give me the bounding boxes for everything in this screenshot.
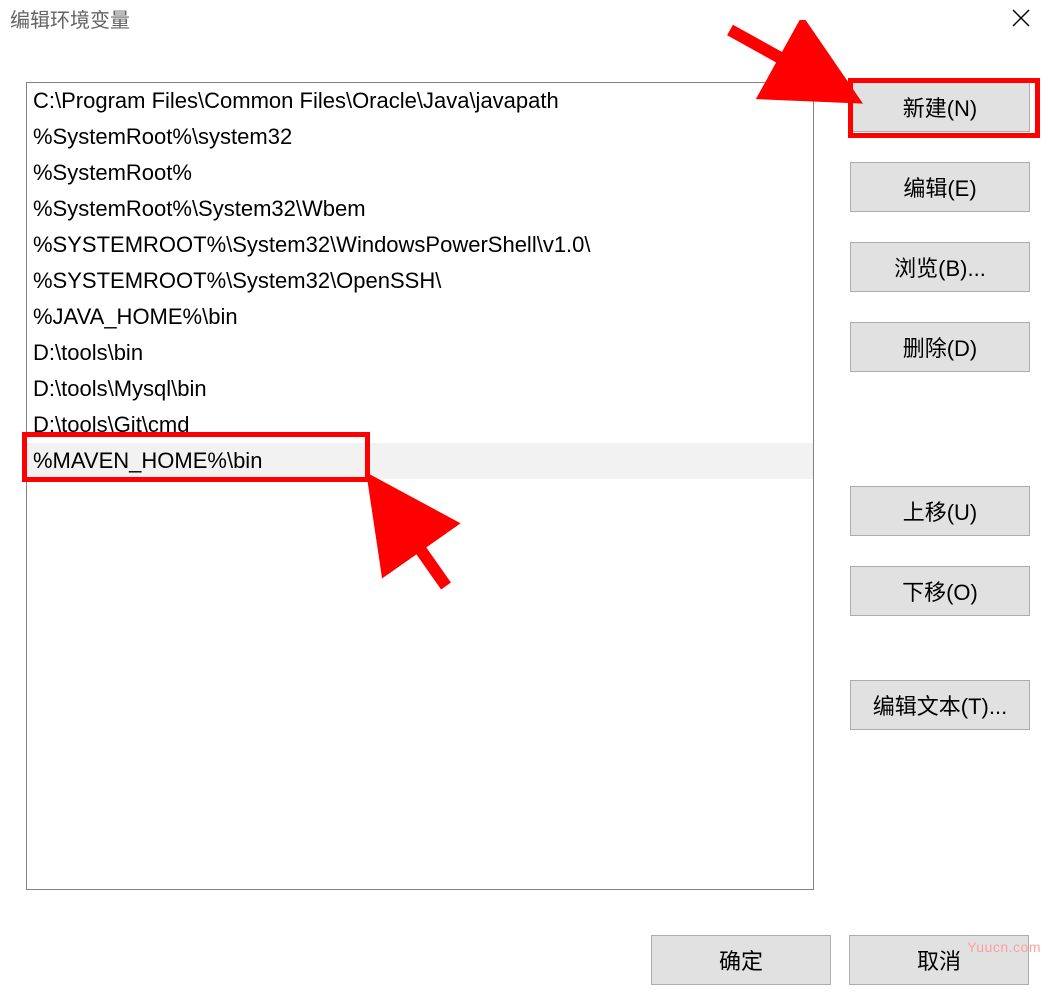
path-list[interactable]: C:\Program Files\Common Files\Oracle\Jav…: [26, 82, 814, 890]
path-list-item[interactable]: %SystemRoot%\system32: [27, 119, 813, 155]
path-list-item[interactable]: %JAVA_HOME%\bin: [27, 299, 813, 335]
edit-text-button[interactable]: 编辑文本(T)...: [850, 680, 1030, 730]
window-title: 编辑环境变量: [10, 4, 130, 33]
path-list-item[interactable]: D:\tools\Git\cmd: [27, 407, 813, 443]
close-button[interactable]: [993, 0, 1049, 36]
path-list-item[interactable]: C:\Program Files\Common Files\Oracle\Jav…: [27, 83, 813, 119]
new-button[interactable]: 新建(N): [850, 82, 1030, 132]
close-icon: [1012, 9, 1030, 27]
path-list-item[interactable]: %SYSTEMROOT%\System32\WindowsPowerShell\…: [27, 227, 813, 263]
browse-button[interactable]: 浏览(B)...: [850, 242, 1030, 292]
path-list-item[interactable]: D:\tools\bin: [27, 335, 813, 371]
move-up-button[interactable]: 上移(U): [850, 486, 1030, 536]
watermark: Yuucn.com: [967, 939, 1041, 955]
path-list-item[interactable]: %SYSTEMROOT%\System32\OpenSSH\: [27, 263, 813, 299]
edit-button[interactable]: 编辑(E): [850, 162, 1030, 212]
content-area: C:\Program Files\Common Files\Oracle\Jav…: [0, 40, 1049, 890]
path-list-item[interactable]: %SystemRoot%\System32\Wbem: [27, 191, 813, 227]
path-list-item[interactable]: D:\tools\Mysql\bin: [27, 371, 813, 407]
ok-button[interactable]: 确定: [651, 935, 831, 985]
title-bar: 编辑环境变量: [0, 0, 1049, 40]
path-list-item[interactable]: %MAVEN_HOME%\bin: [27, 443, 813, 479]
side-buttons: 新建(N) 编辑(E) 浏览(B)... 删除(D) 上移(U) 下移(O) 编…: [850, 82, 1030, 890]
path-list-item[interactable]: %SystemRoot%: [27, 155, 813, 191]
delete-button[interactable]: 删除(D): [850, 322, 1030, 372]
move-down-button[interactable]: 下移(O): [850, 566, 1030, 616]
